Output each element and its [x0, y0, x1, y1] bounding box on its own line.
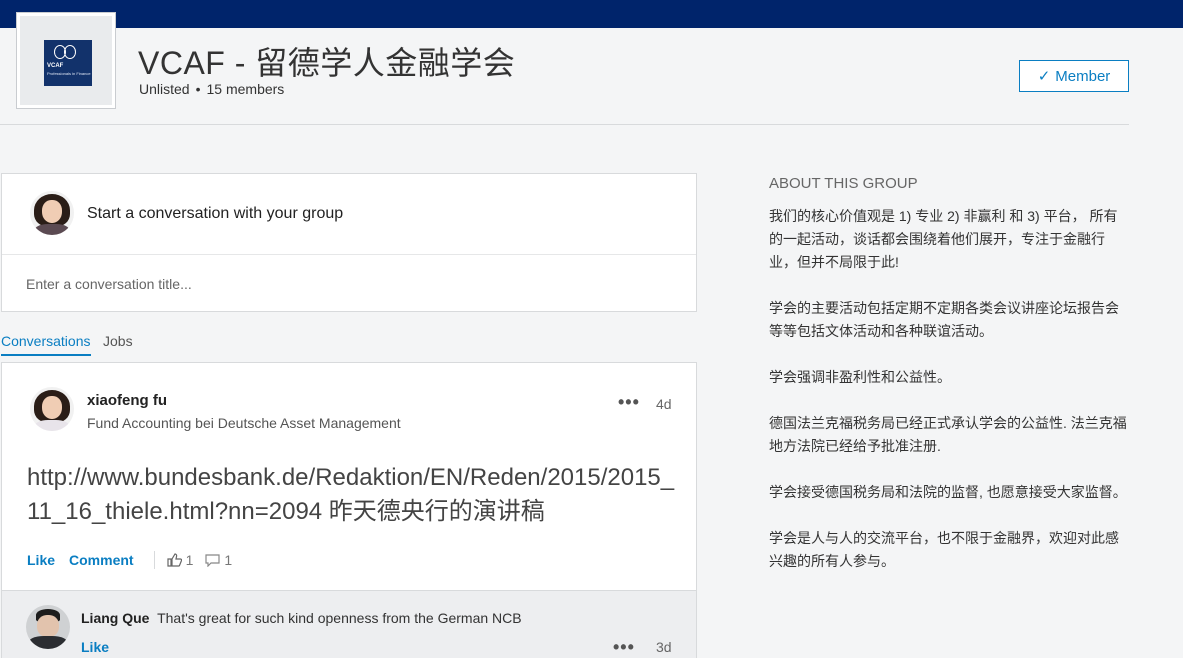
group-logo[interactable]: VCAF Professionals in Finance — [16, 12, 116, 109]
thumbs-up-icon — [166, 553, 182, 567]
composer-divider — [2, 254, 696, 255]
comment-like-button[interactable]: Like — [81, 639, 109, 655]
conversation-title-input[interactable] — [26, 273, 666, 295]
check-icon: ✓ — [1037, 68, 1051, 85]
about-paragraph: 学会接受德国税务局和法院的监督, 也愿意接受大家监督。 — [769, 484, 1127, 500]
about-paragraph: 学会是人与人的交流平台，也不限于金融界，欢迎对此感兴趣的所有人参与。 — [769, 530, 1119, 569]
like-count-value: 1 — [185, 552, 194, 568]
commenter-name[interactable]: Liang Que — [81, 610, 149, 626]
meta-separator: • — [195, 81, 201, 97]
comment-more-options-icon[interactable]: ••• — [613, 638, 635, 656]
top-navigation-bar — [0, 0, 1183, 28]
comment-timestamp: 3d — [656, 639, 672, 655]
tab-jobs[interactable]: Jobs — [103, 333, 133, 354]
actions-divider — [153, 551, 155, 569]
conversation-post: xiaofeng fu Fund Accounting bei Deutsche… — [1, 362, 697, 658]
about-paragraph: 学会强调非盈利性和公益性。 — [769, 369, 951, 385]
avatar — [30, 191, 74, 235]
start-conversation-prompt[interactable]: Start a conversation with your group — [87, 205, 343, 223]
comment-count-value: 1 — [224, 552, 233, 568]
comment-text: That's great for such kind openness from… — [157, 610, 522, 626]
vcaf-logo-icon: VCAF Professionals in Finance — [44, 40, 92, 86]
comment-button[interactable]: Comment — [69, 552, 134, 568]
like-count[interactable]: 1 — [166, 552, 194, 568]
about-paragraph: 德国法兰克福税务局已经正式承认学会的公益性. 法兰克福地方法院已经给予批准注册. — [769, 415, 1127, 454]
group-logo-frame: VCAF Professionals in Finance — [20, 16, 112, 105]
post-actions: Like Comment 1 1 — [27, 550, 244, 570]
group-meta: Unlisted • 15 members — [139, 81, 284, 97]
header-divider — [0, 124, 1129, 125]
comment-line: Liang Que That's great for such kind ope… — [81, 610, 522, 626]
logo-ring-right — [64, 45, 76, 59]
about-paragraph: 学会的主要活动包括定期不定期各类会议讲座论坛报告会等等包括文体活动和各种联谊活动… — [769, 300, 1119, 339]
author-avatar[interactable] — [30, 387, 74, 431]
logo-text: VCAF — [47, 63, 64, 69]
post-body: http://www.bundesbank.de/Redaktion/EN/Re… — [27, 464, 675, 525]
group-visibility: Unlisted — [139, 81, 190, 97]
member-button[interactable]: ✓ Member — [1019, 60, 1129, 92]
commenter-avatar[interactable] — [26, 605, 70, 649]
about-heading: ABOUT THIS GROUP — [769, 175, 918, 192]
comment-bubble-icon — [205, 553, 220, 567]
post-timestamp: 4d — [656, 396, 672, 412]
like-button[interactable]: Like — [27, 552, 55, 568]
tab-conversations[interactable]: Conversations — [1, 333, 91, 356]
logo-subtext: Professionals in Finance — [47, 71, 91, 76]
group-title: VCAF - 留德学人金融学会 — [138, 45, 516, 81]
comment-count[interactable]: 1 — [205, 552, 232, 568]
post-author-headline: Fund Accounting bei Deutsche Asset Manag… — [87, 415, 401, 431]
about-paragraph: 我们的核心价值观是 1) 专业 2) 非赢利 和 3) 平台， 所有的一起活动，… — [769, 208, 1118, 270]
about-description: 我们的核心价值观是 1) 专业 2) 非赢利 和 3) 平台， 所有的一起活动，… — [769, 205, 1131, 596]
start-conversation-card: Start a conversation with your group — [1, 173, 697, 312]
comment-item: Liang Que That's great for such kind ope… — [2, 590, 696, 658]
group-member-count[interactable]: 15 members — [207, 81, 285, 97]
member-button-label: Member — [1055, 67, 1111, 85]
more-options-icon[interactable]: ••• — [618, 393, 640, 411]
post-author-name[interactable]: xiaofeng fu — [87, 392, 167, 409]
